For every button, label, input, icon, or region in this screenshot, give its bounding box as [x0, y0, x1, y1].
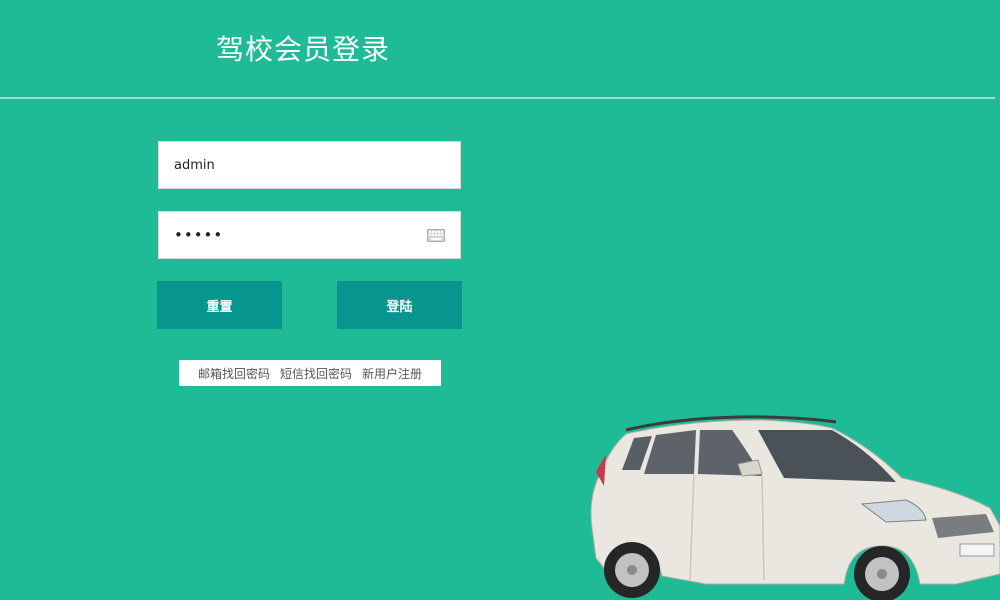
password-input[interactable] [159, 212, 460, 258]
page-title: 驾校会员登录 [216, 33, 391, 66]
username-input[interactable] [159, 142, 460, 188]
header-divider [0, 97, 995, 99]
register-link[interactable]: 新用户注册 [362, 365, 422, 382]
keyboard-icon[interactable] [427, 229, 445, 242]
email-recover-link[interactable]: 邮箱找回密码 [198, 365, 270, 382]
sms-recover-link[interactable]: 短信找回密码 [280, 365, 352, 382]
account-links: 邮箱找回密码 短信找回密码 新用户注册 [179, 360, 441, 386]
username-field[interactable] [158, 141, 461, 189]
reset-button[interactable]: 重置 [157, 281, 282, 329]
login-button[interactable]: 登陆 [337, 281, 462, 329]
car-image [590, 415, 1000, 600]
password-field[interactable] [158, 211, 461, 259]
